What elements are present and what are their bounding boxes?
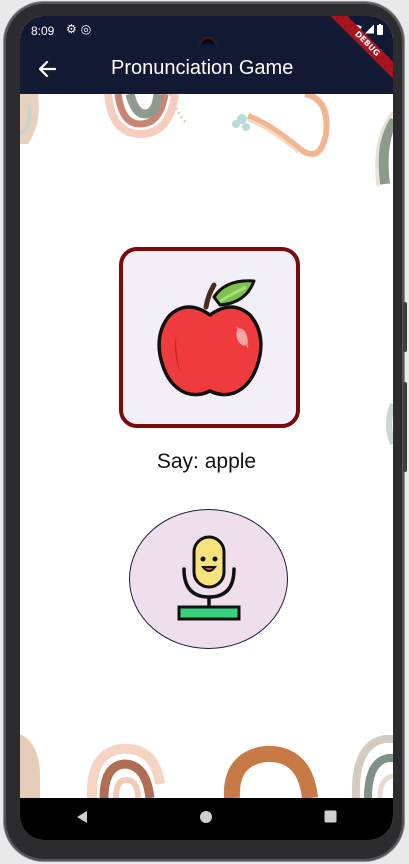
phone-frame: 8:09 ⚙◎ Pronunciation Game DEBUG Say: ap… <box>4 2 407 861</box>
app-bar: Pronunciation Game <box>20 44 393 94</box>
signal-icon <box>364 24 374 34</box>
screen: 8:09 ⚙◎ Pronunciation Game DEBUG Say: ap… <box>20 16 393 840</box>
at-sign-icon: ◎ <box>80 22 96 36</box>
status-time: 8:09 <box>31 24 55 38</box>
pronunciation-prompt: Say: apple <box>156 450 257 473</box>
home-circle-icon[interactable] <box>186 810 226 829</box>
volume-button <box>403 302 407 352</box>
record-mic-button[interactable] <box>129 509 288 649</box>
word-image-card <box>119 247 300 428</box>
game-area: Say: apple <box>20 94 393 798</box>
microphone-icon <box>177 535 240 621</box>
status-left-icons: ⚙◎ <box>66 22 95 36</box>
arrow-left-icon <box>38 61 56 77</box>
system-navigation-bar <box>20 798 393 840</box>
background-decoration <box>20 94 393 798</box>
gear-icon: ⚙ <box>66 22 81 36</box>
back-triangle-icon[interactable] <box>62 810 102 829</box>
page-title: Pronunciation Game <box>111 57 294 79</box>
recents-square-icon[interactable] <box>311 810 351 828</box>
battery-icon <box>377 23 383 35</box>
apple-icon <box>156 278 263 396</box>
back-button[interactable] <box>32 54 62 84</box>
power-button <box>403 382 407 472</box>
